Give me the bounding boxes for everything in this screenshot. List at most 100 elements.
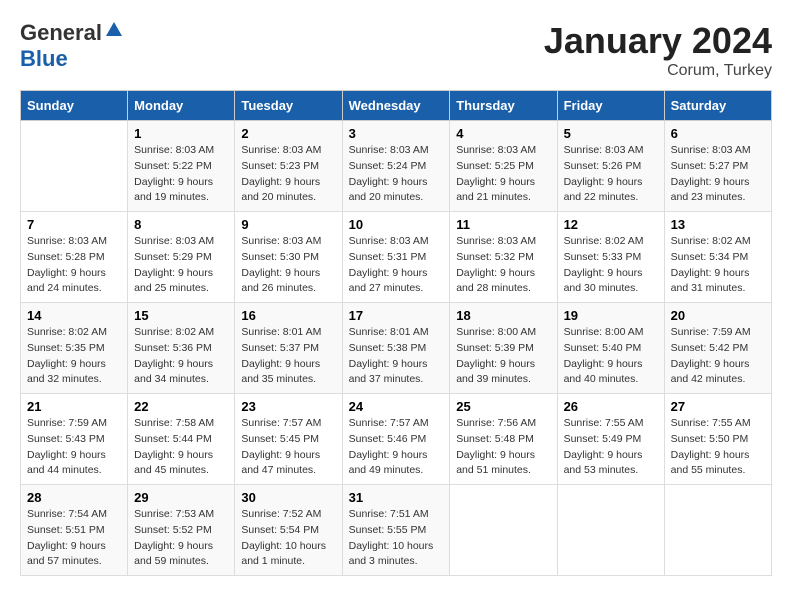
day-detail: Sunrise: 8:01 AMSunset: 5:37 PMDaylight:…	[241, 325, 335, 388]
day-number: 7	[27, 217, 121, 232]
day-detail: Sunrise: 8:03 AMSunset: 5:31 PMDaylight:…	[349, 234, 444, 297]
calendar-cell: 8 Sunrise: 8:03 AMSunset: 5:29 PMDaylight…	[128, 212, 235, 303]
calendar-cell: 4 Sunrise: 8:03 AMSunset: 5:25 PMDaylight…	[450, 121, 557, 212]
calendar-cell: 11 Sunrise: 8:03 AMSunset: 5:32 PMDayligh…	[450, 212, 557, 303]
day-number: 4	[456, 126, 550, 141]
calendar-cell	[557, 485, 664, 576]
calendar-cell	[450, 485, 557, 576]
day-number: 23	[241, 399, 335, 414]
day-number: 26	[564, 399, 658, 414]
calendar-cell: 21Sunrise: 7:59 AMSunset: 5:43 PMDayligh…	[21, 394, 128, 485]
day-detail: Sunrise: 7:57 AMSunset: 5:46 PMDaylight:…	[349, 416, 444, 479]
weekday-header-monday: Monday	[128, 91, 235, 121]
week-row-5: 28 Sunrise: 7:54 AMSunset: 5:51 PMDayligh…	[21, 485, 772, 576]
calendar-cell: 6Sunrise: 8:03 AMSunset: 5:27 PMDaylight…	[664, 121, 771, 212]
day-number: 16	[241, 308, 335, 323]
calendar-cell: 30 Sunrise: 7:52 AMSunset: 5:54 PMDayligh…	[235, 485, 342, 576]
day-number: 3	[349, 126, 444, 141]
day-number: 31	[349, 490, 444, 505]
day-number: 14	[27, 308, 121, 323]
day-detail: Sunrise: 8:03 AMSunset: 5:23 PMDaylight:…	[241, 143, 335, 206]
day-number: 18	[456, 308, 550, 323]
day-detail: Sunrise: 7:53 AMSunset: 5:52 PMDaylight:…	[134, 507, 228, 570]
day-detail: Sunrise: 8:03 AMSunset: 5:29 PMDaylight:…	[134, 234, 228, 297]
day-number: 25	[456, 399, 550, 414]
calendar-cell: 17 Sunrise: 8:01 AMSunset: 5:38 PMDayligh…	[342, 303, 450, 394]
day-detail: Sunrise: 8:02 AMSunset: 5:36 PMDaylight:…	[134, 325, 228, 388]
day-number: 27	[671, 399, 765, 414]
day-detail: Sunrise: 8:00 AMSunset: 5:40 PMDaylight:…	[564, 325, 658, 388]
day-number: 28	[27, 490, 121, 505]
day-detail: Sunrise: 8:03 AMSunset: 5:32 PMDaylight:…	[456, 234, 550, 297]
calendar-cell: 29 Sunrise: 7:53 AMSunset: 5:52 PMDayligh…	[128, 485, 235, 576]
day-number: 29	[134, 490, 228, 505]
calendar-cell	[664, 485, 771, 576]
day-detail: Sunrise: 7:56 AMSunset: 5:48 PMDaylight:…	[456, 416, 550, 479]
calendar-cell: 10 Sunrise: 8:03 AMSunset: 5:31 PMDayligh…	[342, 212, 450, 303]
calendar-cell: 31 Sunrise: 7:51 AMSunset: 5:55 PMDayligh…	[342, 485, 450, 576]
calendar-cell: 14 Sunrise: 8:02 AMSunset: 5:35 PMDayligh…	[21, 303, 128, 394]
calendar-cell: 20Sunrise: 7:59 AMSunset: 5:42 PMDayligh…	[664, 303, 771, 394]
week-row-4: 21Sunrise: 7:59 AMSunset: 5:43 PMDayligh…	[21, 394, 772, 485]
day-number: 9	[241, 217, 335, 232]
calendar-cell: 18 Sunrise: 8:00 AMSunset: 5:39 PMDayligh…	[450, 303, 557, 394]
calendar-cell: 2 Sunrise: 8:03 AMSunset: 5:23 PMDaylight…	[235, 121, 342, 212]
day-number: 13	[671, 217, 765, 232]
day-detail: Sunrise: 7:59 AMSunset: 5:43 PMDaylight:…	[27, 416, 121, 479]
day-detail: Sunrise: 8:03 AMSunset: 5:22 PMDaylight:…	[134, 143, 228, 206]
day-number: 15	[134, 308, 228, 323]
calendar-cell: 1 Sunrise: 8:03 AMSunset: 5:22 PMDaylight…	[128, 121, 235, 212]
weekday-header-sunday: Sunday	[21, 91, 128, 121]
day-number: 30	[241, 490, 335, 505]
calendar-cell: 23Sunrise: 7:57 AMSunset: 5:45 PMDayligh…	[235, 394, 342, 485]
day-detail: Sunrise: 8:03 AMSunset: 5:26 PMDaylight:…	[564, 143, 658, 206]
calendar-cell: 13 Sunrise: 8:02 AMSunset: 5:34 PMDayligh…	[664, 212, 771, 303]
day-detail: Sunrise: 8:03 AMSunset: 5:24 PMDaylight:…	[349, 143, 444, 206]
day-detail: Sunrise: 8:02 AMSunset: 5:35 PMDaylight:…	[27, 325, 121, 388]
day-detail: Sunrise: 8:03 AMSunset: 5:25 PMDaylight:…	[456, 143, 550, 206]
day-number: 11	[456, 217, 550, 232]
weekday-header-wednesday: Wednesday	[342, 91, 450, 121]
day-detail: Sunrise: 8:02 AMSunset: 5:33 PMDaylight:…	[564, 234, 658, 297]
day-number: 2	[241, 126, 335, 141]
day-number: 17	[349, 308, 444, 323]
day-detail: Sunrise: 7:58 AMSunset: 5:44 PMDaylight:…	[134, 416, 228, 479]
day-detail: Sunrise: 7:55 AMSunset: 5:50 PMDaylight:…	[671, 416, 765, 479]
day-detail: Sunrise: 8:01 AMSunset: 5:38 PMDaylight:…	[349, 325, 444, 388]
calendar-cell: 25 Sunrise: 7:56 AMSunset: 5:48 PMDayligh…	[450, 394, 557, 485]
day-number: 10	[349, 217, 444, 232]
week-row-3: 14 Sunrise: 8:02 AMSunset: 5:35 PMDayligh…	[21, 303, 772, 394]
day-detail: Sunrise: 8:03 AMSunset: 5:30 PMDaylight:…	[241, 234, 335, 297]
calendar-cell: 3 Sunrise: 8:03 AMSunset: 5:24 PMDaylight…	[342, 121, 450, 212]
day-number: 22	[134, 399, 228, 414]
calendar-cell: 7 Sunrise: 8:03 AMSunset: 5:28 PMDaylight…	[21, 212, 128, 303]
calendar-title: January 2024	[544, 20, 772, 62]
day-number: 24	[349, 399, 444, 414]
day-detail: Sunrise: 8:00 AMSunset: 5:39 PMDaylight:…	[456, 325, 550, 388]
day-detail: Sunrise: 7:55 AMSunset: 5:49 PMDaylight:…	[564, 416, 658, 479]
logo-icon	[104, 20, 122, 38]
logo-general: General	[20, 20, 102, 46]
logo-blue: Blue	[20, 46, 68, 72]
day-number: 8	[134, 217, 228, 232]
calendar-cell: 15 Sunrise: 8:02 AMSunset: 5:36 PMDayligh…	[128, 303, 235, 394]
calendar-subtitle: Corum, Turkey	[544, 62, 772, 80]
day-detail: Sunrise: 7:54 AMSunset: 5:51 PMDaylight:…	[27, 507, 121, 570]
weekday-header-tuesday: Tuesday	[235, 91, 342, 121]
calendar-cell: 22 Sunrise: 7:58 AMSunset: 5:44 PMDayligh…	[128, 394, 235, 485]
day-detail: Sunrise: 7:51 AMSunset: 5:55 PMDaylight:…	[349, 507, 444, 570]
day-detail: Sunrise: 8:02 AMSunset: 5:34 PMDaylight:…	[671, 234, 765, 297]
logo: General Blue	[20, 20, 122, 72]
calendar-cell: 27 Sunrise: 7:55 AMSunset: 5:50 PMDayligh…	[664, 394, 771, 485]
header-row: SundayMondayTuesdayWednesdayThursdayFrid…	[21, 91, 772, 121]
title-area: January 2024 Corum, Turkey	[544, 20, 772, 80]
header: General Blue January 2024 Corum, Turkey	[20, 20, 772, 80]
calendar-cell: 26 Sunrise: 7:55 AMSunset: 5:49 PMDayligh…	[557, 394, 664, 485]
weekday-header-saturday: Saturday	[664, 91, 771, 121]
weekday-header-thursday: Thursday	[450, 91, 557, 121]
day-detail: Sunrise: 7:52 AMSunset: 5:54 PMDaylight:…	[241, 507, 335, 570]
day-detail: Sunrise: 8:03 AMSunset: 5:27 PMDaylight:…	[671, 143, 765, 206]
day-detail: Sunrise: 8:03 AMSunset: 5:28 PMDaylight:…	[27, 234, 121, 297]
calendar-cell: 19Sunrise: 8:00 AMSunset: 5:40 PMDayligh…	[557, 303, 664, 394]
day-number: 1	[134, 126, 228, 141]
